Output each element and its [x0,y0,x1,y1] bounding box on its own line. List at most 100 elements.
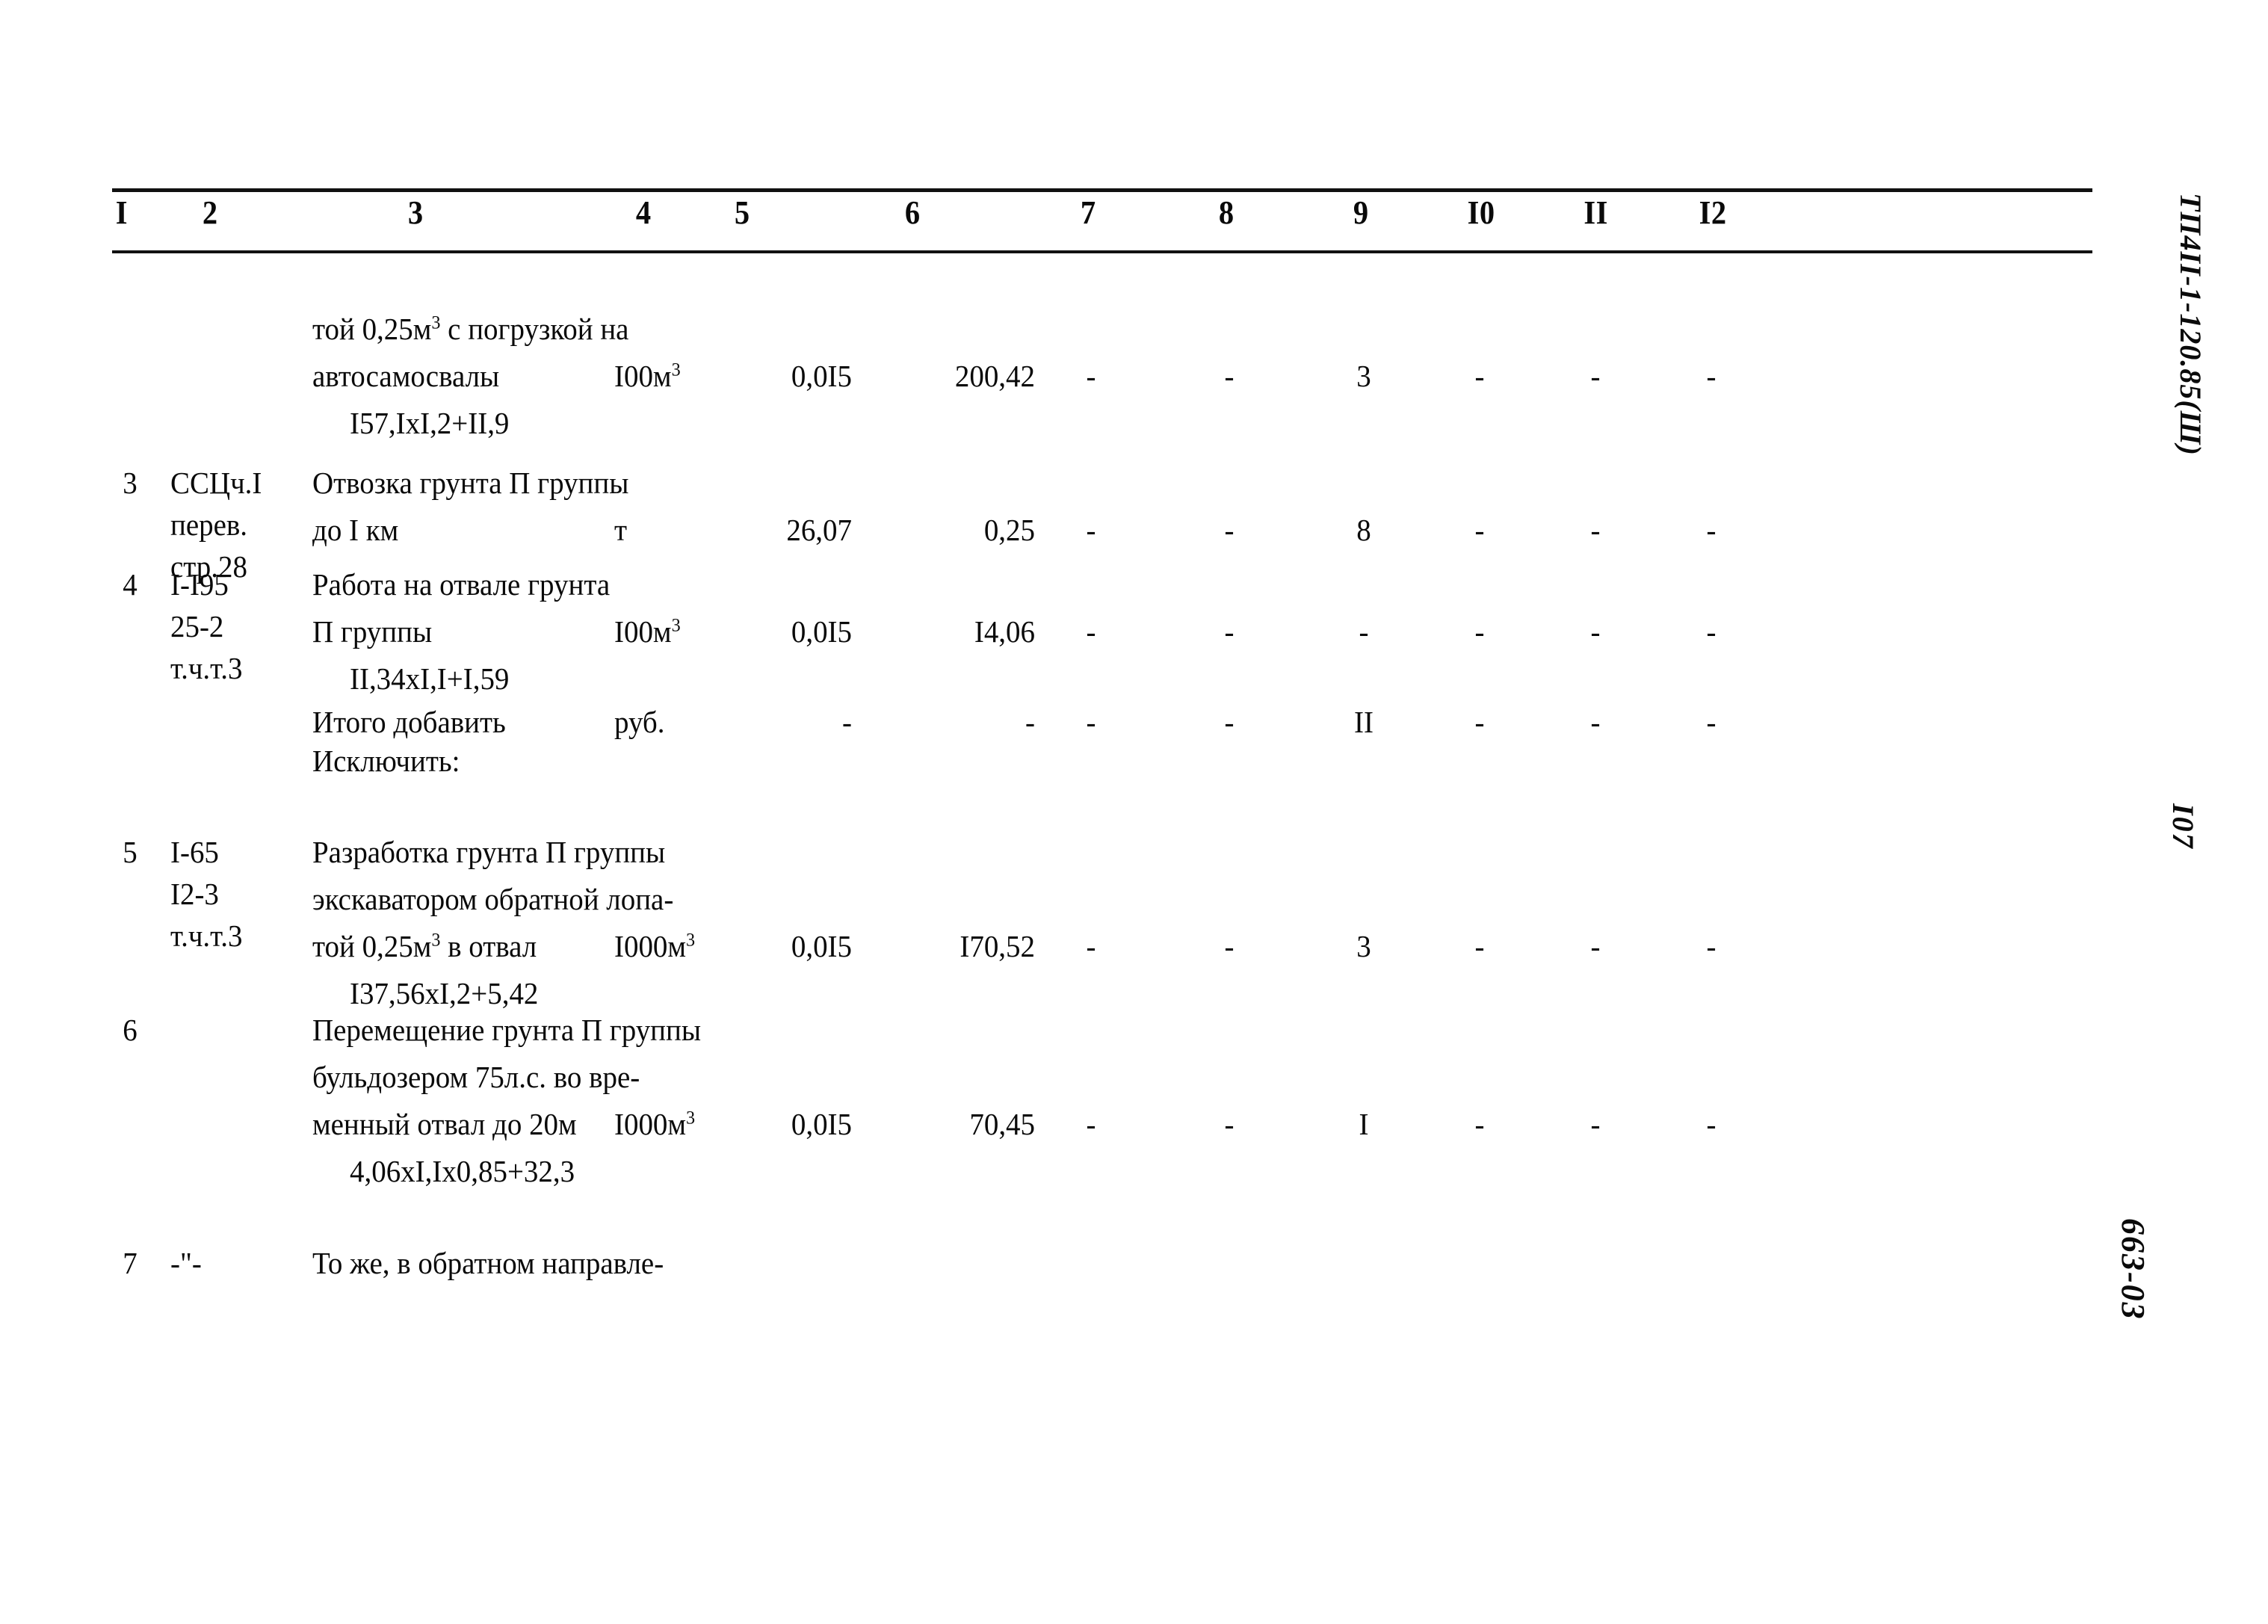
cell-quantity: 0,0I5 [791,614,852,649]
cell-col10: - [1474,359,1485,393]
cell-col11: - [1590,513,1601,547]
cell-unit: I00м3 [614,614,681,649]
cell-quantity: 0,0I5 [791,359,852,393]
column-header-6: 6 [904,194,921,231]
cell-col11: - [1590,359,1601,393]
cell-norm-reference-line: I2-3 [170,877,219,911]
cell-norm-reference-line: ССЦч.I [170,466,262,500]
cell-description-line: автосамосвалы [312,359,500,393]
cell-col10: - [1474,1107,1485,1141]
cell-col7: - [1086,614,1096,649]
column-header-1: I [115,194,128,231]
cell-col11: - [1590,614,1601,649]
cell-col9: 3 [1356,359,1371,393]
cell-quantity: - [842,705,852,739]
cell-col10: - [1474,705,1485,739]
cell-col12: - [1706,1107,1717,1141]
cell-quantity: 0,0I5 [791,929,852,963]
column-header-9: 9 [1353,194,1369,231]
cell-col10: - [1474,614,1485,649]
cell-unit-cost: 200,42 [954,359,1035,393]
column-header-8: 8 [1218,194,1235,231]
cell-col8: - [1224,705,1235,739]
cell-col8: - [1224,929,1235,963]
cell-col8: - [1224,1107,1235,1141]
column-header-3: 3 [407,194,424,231]
cell-col12: - [1706,359,1717,393]
cell-col12: - [1706,929,1717,963]
cell-quantity: 26,07 [786,513,852,547]
column-header-12: I2 [1699,194,1727,231]
cell-norm-reference-line: I-I95 [170,567,229,602]
cell-unit: руб. [614,705,665,739]
cell-unit-cost: - [1025,705,1035,739]
cell-description-line: менный отвал до 20м [312,1107,577,1141]
cell-col12: - [1706,614,1717,649]
cell-col9: I [1359,1107,1369,1141]
cell-description-line: той 0,25м3 в отвал [312,929,537,963]
cell-description-line: Работа на отвале грунта [312,567,611,602]
cell-description-line: той 0,25м3 с погрузкой на [312,312,629,346]
cell-col8: - [1224,513,1235,547]
cell-norm-reference-line: т.ч.т.3 [170,651,243,685]
cell-unit-cost: 70,45 [969,1107,1035,1141]
cell-col12: - [1706,705,1717,739]
cell-col11: - [1590,705,1601,739]
cell-description-formula: I57,IxI,2+II,9 [350,406,510,440]
cell-unit: т [614,513,628,547]
cell-col8: - [1224,614,1235,649]
cell-norm-reference-line: -"- [170,1246,202,1280]
table-header-rule [112,250,2092,253]
cell-col9: 3 [1356,929,1371,963]
cell-description-line: Исключить: [312,744,460,778]
cell-col9: - [1359,614,1369,649]
cell-col9: II [1354,705,1374,739]
margin-note-code: ТП4II-1-120.85(Ш) [2174,193,2207,456]
cell-col11: - [1590,929,1601,963]
column-header-4: 4 [635,194,652,231]
cell-col7: - [1086,1107,1096,1141]
cell-unit: I000м3 [614,1107,696,1141]
cell-col7: - [1086,705,1096,739]
margin-note-page-number: I07 [2166,803,2200,850]
cell-item-number: 4 [123,567,137,602]
cell-description-line: экскаватором обратной лопа- [312,882,674,916]
cell-unit-cost: 0,25 [983,513,1035,547]
cell-description-line: Разработка грунта П группы [312,835,666,869]
cell-quantity: 0,0I5 [791,1107,852,1141]
cell-item-number: 5 [123,835,137,869]
scanned-page: I 2 3 4 5 6 7 8 9 I0 II I2 той 0,25м3 с погрузкой н… [0,0,2268,1624]
cell-description-formula: II,34xI,I+I,59 [350,661,510,696]
cell-col9: 8 [1356,513,1371,547]
cell-col7: - [1086,513,1096,547]
column-header-11: II [1583,194,1608,231]
cell-col7: - [1086,359,1096,393]
cell-description-line: То же, в обратном направле- [312,1246,664,1280]
column-header-10: I0 [1467,194,1495,231]
cell-description-line: П группы [312,614,433,649]
cell-col10: - [1474,929,1485,963]
column-header-2: 2 [202,194,218,231]
cell-col11: - [1590,1107,1601,1141]
cell-item-number: 3 [123,466,137,500]
cell-unit: I00м3 [614,359,681,393]
cell-norm-reference-line: 25-2 [170,609,224,643]
cell-unit-cost: I70,52 [960,929,1035,963]
cell-description-line: Перемещение грунта П группы [312,1013,702,1047]
cell-col10: - [1474,513,1485,547]
cell-description-line: бульдозером 75л.с. во вре- [312,1060,640,1094]
cell-col8: - [1224,359,1235,393]
margin-note-doc-number: 663-03 [2115,1218,2151,1321]
cell-description-line: до I км [312,513,399,547]
cell-unit: I000м3 [614,929,696,963]
column-header-5: 5 [734,194,750,231]
cell-col7: - [1086,929,1096,963]
cell-unit-cost: I4,06 [974,614,1035,649]
estimate-table: I 2 3 4 5 6 7 8 9 I0 II I2 той 0,25м3 с погрузкой н… [112,188,2092,1280]
cell-norm-reference-line: I-65 [170,835,219,869]
cell-item-number: 7 [123,1246,137,1280]
column-header-7: 7 [1080,194,1096,231]
table-header-row: I 2 3 4 5 6 7 8 9 I0 II I2 [112,192,2092,250]
cell-description-formula: 4,06xI,Ix0,85+32,3 [350,1154,575,1188]
cell-norm-reference-line: т.ч.т.3 [170,918,243,953]
